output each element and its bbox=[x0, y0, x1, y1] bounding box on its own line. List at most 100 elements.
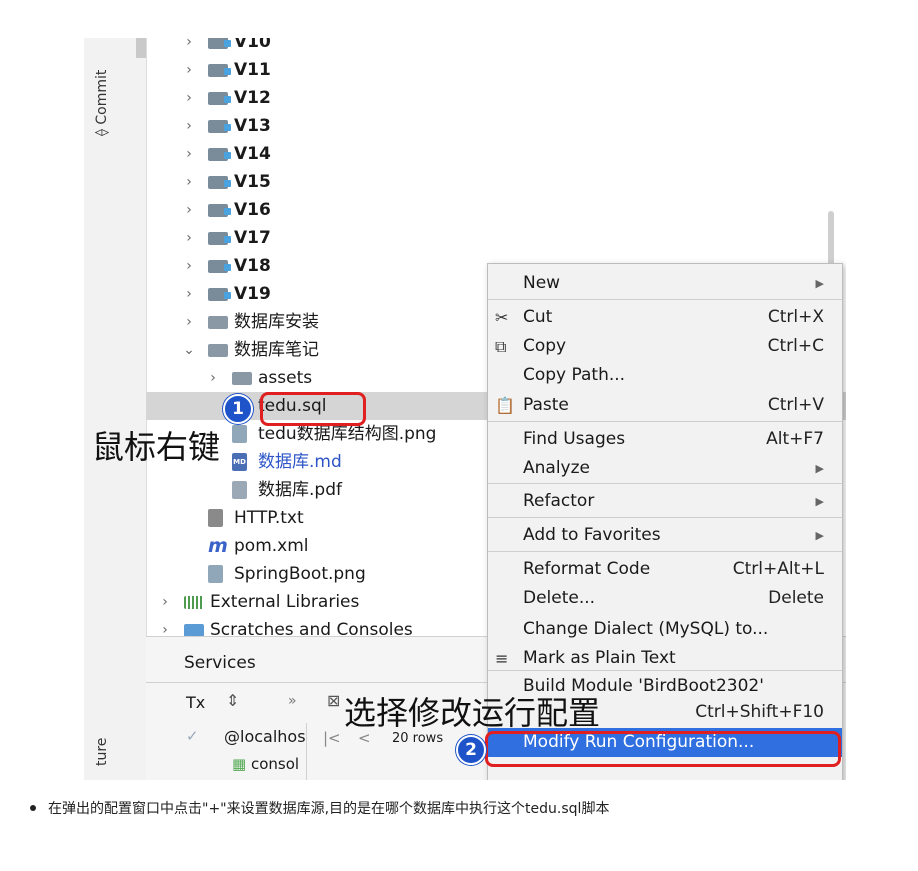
menu-item-label: Analyze bbox=[523, 458, 590, 478]
module-icon bbox=[208, 92, 231, 105]
tx-mode-dropdown[interactable]: Tx bbox=[186, 693, 205, 712]
folder-icon bbox=[232, 372, 252, 385]
chevron-right-icon[interactable]: › bbox=[182, 196, 196, 224]
tree-row-label: 数据库.pdf bbox=[258, 480, 342, 500]
services-title: Services bbox=[184, 653, 256, 673]
menu-item-shortcut: Ctrl+Alt+L bbox=[732, 559, 824, 579]
chevron-right-icon[interactable]: › bbox=[182, 224, 196, 252]
menu-item-label: Cut bbox=[523, 307, 553, 327]
commit-icon: ⟠ bbox=[94, 124, 110, 136]
tree-row[interactable]: › V14 bbox=[146, 140, 846, 168]
structure-tab[interactable]: ture bbox=[94, 738, 110, 766]
menu-item-paste[interactable]: 📋 Paste Ctrl+V bbox=[488, 391, 842, 420]
tree-row-label: V19 bbox=[234, 284, 271, 304]
module-icon bbox=[208, 232, 231, 245]
tree-row-label: V10 bbox=[234, 38, 271, 52]
menu-separator bbox=[488, 517, 842, 518]
chevron-right-icon[interactable]: › bbox=[182, 112, 196, 140]
submenu-arrow-icon: ▶ bbox=[815, 529, 824, 542]
mark-as-plain-text-icon: ≡ bbox=[495, 649, 509, 668]
chevron-right-icon[interactable]: › bbox=[182, 252, 196, 280]
paste-icon: 📋 bbox=[495, 396, 515, 415]
chevron-right-icon[interactable]: › bbox=[182, 38, 196, 56]
tree-row-label: V13 bbox=[234, 116, 271, 136]
chevron-right-icon[interactable]: › bbox=[182, 280, 196, 308]
services-splitter[interactable] bbox=[306, 723, 307, 780]
step2-annotation: 选择修改运行配置 bbox=[344, 694, 601, 732]
menu-item-reformat-code[interactable]: Reformat Code Ctrl+Alt+L bbox=[488, 555, 842, 584]
step1-highlight-box bbox=[260, 392, 366, 426]
menu-item-cut[interactable]: ✂ Cut Ctrl+X bbox=[488, 303, 842, 332]
menu-item-find-usages[interactable]: Find Usages Alt+F7 bbox=[488, 425, 842, 454]
menu-separator bbox=[488, 483, 842, 484]
module-icon bbox=[208, 260, 231, 273]
caption-bullet bbox=[30, 805, 36, 811]
chevron-down-icon[interactable]: ⌄ bbox=[182, 336, 196, 364]
menu-item-shortcut: Alt+F7 bbox=[766, 429, 824, 449]
folder-icon bbox=[208, 316, 228, 329]
tree-row[interactable]: › V13 bbox=[146, 112, 846, 140]
pdf-file-icon bbox=[232, 481, 247, 499]
menu-item-add-to-favorites[interactable]: Add to Favorites ▶ bbox=[488, 521, 842, 550]
tree-row[interactable]: › V10 bbox=[146, 38, 846, 56]
menu-item-copy-path[interactable]: Copy Path... bbox=[488, 361, 842, 390]
module-icon bbox=[208, 64, 231, 77]
chevron-right-icon[interactable]: › bbox=[182, 56, 196, 84]
menu-separator bbox=[488, 551, 842, 552]
module-icon bbox=[208, 288, 231, 301]
submenu-arrow-icon: ▶ bbox=[815, 277, 824, 290]
menu-item-refactor[interactable]: Refactor ▶ bbox=[488, 487, 842, 516]
console-node[interactable]: ▦ consol bbox=[232, 755, 299, 773]
tree-row[interactable]: › V12 bbox=[146, 84, 846, 112]
menu-item-delete[interactable]: Delete... Delete bbox=[488, 584, 842, 613]
chevron-right-icon[interactable]: › bbox=[182, 308, 196, 336]
tree-row-label: V15 bbox=[234, 172, 271, 192]
txt-file-icon bbox=[208, 509, 223, 527]
png-file-icon bbox=[208, 565, 223, 583]
chevron-right-icon[interactable]: › bbox=[158, 588, 172, 616]
run-icon[interactable]: ⊠ bbox=[327, 691, 340, 710]
tree-row-label: V14 bbox=[234, 144, 271, 164]
tree-row-label: V16 bbox=[234, 200, 271, 220]
step2-highlight-box bbox=[485, 731, 841, 767]
expand-all-icon[interactable]: ⇕ bbox=[226, 691, 239, 710]
module-icon bbox=[208, 176, 231, 189]
chevron-right-icon[interactable]: › bbox=[182, 140, 196, 168]
tree-row-label: HTTP.txt bbox=[234, 508, 304, 528]
tree-row[interactable]: › V11 bbox=[146, 56, 846, 84]
menu-item-analyze[interactable]: Analyze ▶ bbox=[488, 454, 842, 483]
menu-item-new[interactable]: New ▶ bbox=[488, 269, 842, 298]
maven-icon: m bbox=[208, 535, 228, 557]
tree-row-label: V12 bbox=[234, 88, 271, 108]
copy-icon: ⧉ bbox=[495, 337, 507, 356]
menu-item-label: Change Dialect (MySQL) to... bbox=[523, 619, 769, 639]
menu-item-label: Copy bbox=[523, 336, 567, 356]
tree-row[interactable]: › V16 bbox=[146, 196, 846, 224]
cut-icon: ✂ bbox=[495, 308, 509, 327]
chevron-right-icon[interactable]: › bbox=[182, 168, 196, 196]
tree-row-label: V11 bbox=[234, 60, 271, 80]
tree-row-label: assets bbox=[258, 368, 313, 388]
caption-text: 在弹出的配置窗口中点击"+"来设置数据库源,目的是在哪个数据库中执行这个tedu… bbox=[48, 801, 610, 817]
module-icon bbox=[208, 204, 231, 217]
tree-row-label: SpringBoot.png bbox=[234, 564, 366, 584]
menu-item-label: New bbox=[523, 273, 561, 293]
menu-item-label: Paste bbox=[523, 395, 569, 415]
menu-item-change-dialect-mysql-to[interactable]: Change Dialect (MySQL) to... bbox=[488, 615, 842, 644]
first-page-icon[interactable]: |< bbox=[323, 729, 341, 747]
commit-check-icon[interactable]: ✓ bbox=[186, 727, 199, 745]
chevron-right-icon[interactable]: › bbox=[182, 84, 196, 112]
menu-item-label: Reformat Code bbox=[523, 559, 651, 579]
module-icon bbox=[208, 148, 231, 161]
tree-row[interactable]: › V15 bbox=[146, 168, 846, 196]
png-file-icon bbox=[232, 425, 247, 443]
tree-row-label: 数据库.md bbox=[258, 452, 342, 472]
localhost-node[interactable]: @localhos bbox=[224, 727, 306, 746]
commit-tab[interactable]: ⟠ Commit bbox=[94, 70, 110, 136]
chevron-right-icon[interactable]: › bbox=[206, 364, 220, 392]
more-actions-button[interactable]: » bbox=[288, 693, 297, 709]
menu-item-copy[interactable]: ⧉ Copy Ctrl+C bbox=[488, 332, 842, 361]
menu-item-mark-as-plain-text[interactable]: ≡ Mark as Plain Text bbox=[488, 644, 842, 673]
tree-row-label: External Libraries bbox=[210, 592, 360, 612]
tree-row[interactable]: › V17 bbox=[146, 224, 846, 252]
